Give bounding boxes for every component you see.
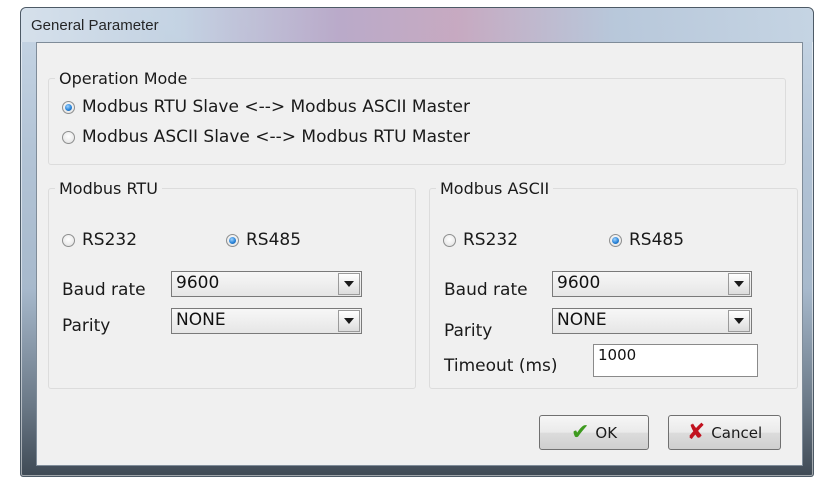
ascii-baud-label: Baud rate: [444, 280, 528, 300]
rtu-rs232-radio[interactable]: RS232: [62, 230, 137, 250]
dialog-window: General Parameter Operation Mode Modbus …: [20, 7, 814, 477]
ascii-parity-label: Parity: [444, 321, 493, 341]
rtu-baud-value: 9600: [176, 273, 220, 293]
modbus-rtu-legend: Modbus RTU: [59, 179, 158, 198]
ascii-rs485-label: RS485: [629, 230, 685, 250]
mode-option-2-label: Modbus ASCII Slave <--> Modbus RTU Maste…: [82, 127, 470, 147]
ok-button[interactable]: ✔ OK: [539, 415, 649, 450]
ascii-parity-select[interactable]: NONE: [552, 308, 752, 334]
chevron-down-icon[interactable]: [338, 273, 360, 295]
ascii-rs232-radio[interactable]: RS232: [443, 230, 518, 250]
ascii-timeout-label: Timeout (ms): [444, 356, 558, 376]
mode-option-1-label: Modbus RTU Slave <--> Modbus ASCII Maste…: [82, 97, 470, 117]
ascii-parity-value: NONE: [557, 310, 607, 330]
chevron-down-icon[interactable]: [338, 310, 360, 332]
rtu-parity-value: NONE: [176, 310, 226, 330]
ascii-baud-value: 9600: [557, 273, 601, 293]
radio-unselected-icon: [443, 233, 456, 247]
radio-selected-icon: [609, 233, 622, 247]
rtu-rs232-label: RS232: [82, 230, 138, 250]
rtu-parity-label: Parity: [62, 316, 111, 336]
chevron-down-icon[interactable]: [728, 310, 750, 332]
window-title: General Parameter: [31, 17, 159, 34]
rtu-baud-label: Baud rate: [62, 280, 146, 300]
chevron-down-icon[interactable]: [728, 273, 750, 295]
ascii-rs232-label: RS232: [463, 230, 519, 250]
radio-unselected-icon: [62, 130, 75, 144]
ascii-rs485-radio[interactable]: RS485: [609, 230, 684, 250]
mode-ascii-slave-rtu-master-radio[interactable]: Modbus ASCII Slave <--> Modbus RTU Maste…: [62, 127, 470, 147]
radio-selected-icon: [62, 100, 75, 114]
radio-selected-icon: [226, 233, 239, 247]
dialog-client-area: Operation Mode Modbus RTU Slave <--> Mod…: [36, 42, 803, 466]
rtu-rs485-label: RS485: [246, 230, 302, 250]
modbus-ascii-legend: Modbus ASCII: [440, 179, 550, 198]
x-icon: ✘: [686, 419, 706, 445]
cancel-button[interactable]: ✘ Cancel: [668, 415, 781, 450]
ascii-timeout-input[interactable]: 1000: [593, 344, 758, 377]
operation-mode-group: Operation Mode: [48, 69, 786, 165]
rtu-rs485-radio[interactable]: RS485: [226, 230, 301, 250]
radio-unselected-icon: [62, 233, 75, 247]
mode-rtu-slave-ascii-master-radio[interactable]: Modbus RTU Slave <--> Modbus ASCII Maste…: [62, 97, 470, 117]
rtu-baud-select[interactable]: 9600: [171, 271, 362, 297]
rtu-parity-select[interactable]: NONE: [171, 308, 362, 334]
operation-mode-legend: Operation Mode: [59, 69, 188, 88]
cancel-button-label: Cancel: [711, 423, 763, 442]
checkmark-icon: ✔: [570, 419, 590, 445]
ascii-baud-select[interactable]: 9600: [552, 271, 752, 297]
ok-button-label: OK: [595, 423, 618, 442]
title-bar[interactable]: General Parameter: [21, 8, 813, 42]
